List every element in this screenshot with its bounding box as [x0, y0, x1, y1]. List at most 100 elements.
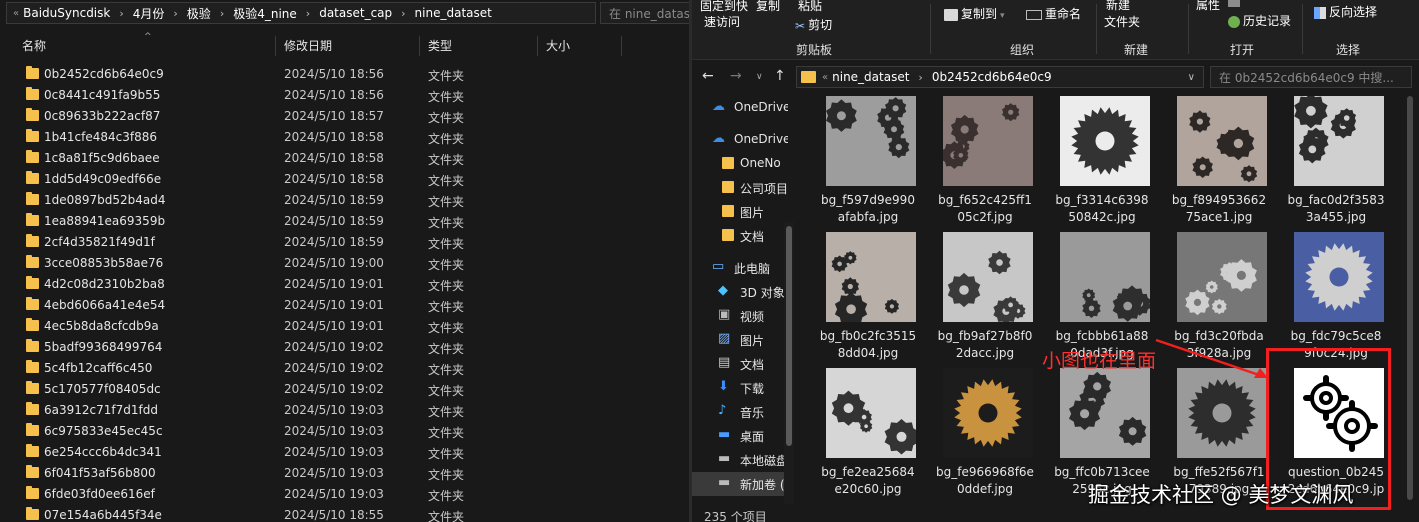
file-item[interactable]: bg_fac0d2f3583 3a455.jpg: [1278, 96, 1394, 232]
file-name-line2: 3a455.jpg: [1305, 210, 1367, 224]
file-item[interactable]: bg_fe966968f6e 0ddef.jpg: [927, 368, 1043, 504]
invert-selection-button[interactable]: 反向选择: [1314, 3, 1377, 20]
breadcrumb-item[interactable]: BaiduSyncdisk: [23, 6, 110, 20]
chevron-down-icon[interactable]: ∨: [1188, 72, 1195, 83]
folder-icon: [26, 171, 39, 184]
copy-to-button[interactable]: 复制到 ▾: [944, 5, 1005, 22]
nav-scrollbar[interactable]: [784, 222, 794, 504]
file-item[interactable]: bg_f894953662 75ace1.jpg: [1161, 96, 1277, 232]
table-row[interactable]: 4ebd6066a41e4e54 2024/5/10 19:01 文件夹: [0, 295, 690, 316]
recent-chevron-icon[interactable]: ∨: [756, 72, 763, 82]
folder-icon: [26, 150, 39, 163]
address-bar[interactable]: « BaiduSyncdisk › 4月份 › 极验 › 极验4_nine › dataset_…: [6, 2, 596, 24]
content-scrollbar-thumb[interactable]: [1407, 96, 1413, 500]
nav-item[interactable]: ☁ OneDrive: [692, 96, 788, 120]
nav-item[interactable]: 图片: [692, 200, 788, 224]
nav-item[interactable]: ⬇ 下载: [692, 376, 788, 400]
column-date[interactable]: 修改日期: [280, 36, 420, 56]
pin-quick-access-button[interactable]: 固定到快: [700, 0, 748, 14]
table-row[interactable]: 4ec5b8da8cfcdb9a 2024/5/10 19:01 文件夹: [0, 316, 690, 337]
nav-item[interactable]: ☁ OneDrive: [692, 128, 788, 152]
nav-item[interactable]: ▨ 图片: [692, 328, 788, 352]
file-item[interactable]: bg_f3314c6398 50842c.jpg: [1044, 96, 1160, 232]
nav-item[interactable]: ▬ 桌面: [692, 424, 788, 448]
file-item[interactable]: bg_fb9af27b8f0 2dacc.jpg: [927, 232, 1043, 368]
nav-item[interactable]: 公司项目: [692, 176, 788, 200]
table-row[interactable]: 5badf99368499764 2024/5/10 19:02 文件夹: [0, 337, 690, 358]
table-row[interactable]: 1b41cfe484c3f886 2024/5/10 18:58 文件夹: [0, 127, 690, 148]
cut-button[interactable]: ✂ 剪切: [795, 16, 832, 33]
navigation-pane: ☁ OneDrive ☁ OneDrive OneNo 公司项目 图片 文档 ▭ 此电脑 ◆ 3D 对…: [692, 96, 788, 504]
desktop-icon: ▬: [718, 427, 731, 442]
nav-item[interactable]: ▣ 视频: [692, 304, 788, 328]
breadcrumb-item[interactable]: 0b2452cd6b64e0c9: [932, 70, 1052, 84]
file-item[interactable]: bg_fe2ea25684 e20c60.jpg: [810, 368, 926, 504]
breadcrumb-item[interactable]: 4月份: [133, 5, 165, 22]
column-type[interactable]: 类型: [424, 36, 538, 56]
history-icon: [1228, 15, 1240, 28]
table-row[interactable]: 6e254ccc6b4dc341 2024/5/10 19:03 文件夹: [0, 442, 690, 463]
breadcrumb-item[interactable]: nine_dataset: [832, 70, 909, 84]
computer-icon: ▭: [712, 259, 725, 274]
breadcrumb-item[interactable]: 极验4_nine: [233, 5, 297, 22]
table-row[interactable]: 4d2c08d2310b2ba8 2024/5/10 19:01 文件夹: [0, 274, 690, 295]
table-row[interactable]: 1dd5d49c09edf66e 2024/5/10 18:58 文件夹: [0, 169, 690, 190]
folder-icon: [26, 507, 39, 520]
table-row[interactable]: 2cf4d35821f49d1f 2024/5/10 18:59 文件夹: [0, 232, 690, 253]
rename-button[interactable]: 重命名: [1026, 5, 1081, 22]
properties-button[interactable]: 属性: [1196, 0, 1220, 13]
nav-item[interactable]: OneNo: [692, 152, 788, 176]
open-icon[interactable]: [1228, 0, 1243, 8]
table-row[interactable]: 6fde03fd0ee616ef 2024/5/10 19:03 文件夹: [0, 484, 690, 505]
table-row[interactable]: 1de0897bd52b4ad4 2024/5/10 18:59 文件夹: [0, 190, 690, 211]
nav-item[interactable]: ▤ 文档: [692, 352, 788, 376]
file-item[interactable]: bg_f652c425ff1 05c2f.jpg: [927, 96, 1043, 232]
file-item[interactable]: bg_fb0c2fc3515 8dd04.jpg: [810, 232, 926, 368]
modified-date: 2024/5/10 18:59: [284, 235, 384, 249]
paste-button[interactable]: 粘贴: [798, 0, 822, 14]
table-row[interactable]: 0c89633b222acf87 2024/5/10 18:57 文件夹: [0, 106, 690, 127]
breadcrumb-item[interactable]: 极验: [187, 5, 211, 22]
nav-item[interactable]: ▬ 本地磁盘: [692, 448, 788, 472]
nav-item[interactable]: ◆ 3D 对象: [692, 280, 788, 304]
nav-scrollbar-thumb[interactable]: [786, 226, 792, 446]
nav-item[interactable]: ♪ 音乐: [692, 400, 788, 424]
image-thumbnail: [1060, 368, 1150, 458]
back-arrow-icon[interactable]: ←: [702, 68, 714, 84]
video-icon: ▣: [718, 307, 731, 322]
table-row[interactable]: 1ea88941ea69359b 2024/5/10 18:59 文件夹: [0, 211, 690, 232]
scissors-icon: ✂: [795, 18, 806, 33]
history-button[interactable]: 历史记录: [1228, 12, 1291, 29]
copy-button[interactable]: 复制: [756, 0, 780, 14]
table-row[interactable]: 0c8441c491fa9b55 2024/5/10 18:56 文件夹: [0, 85, 690, 106]
table-row[interactable]: 6f041f53af56b800 2024/5/10 19:03 文件夹: [0, 463, 690, 484]
search-input[interactable]: 在 nine_datase: [600, 2, 690, 24]
file-type: 文件夹: [428, 279, 465, 293]
table-row[interactable]: 3cce08853b58ae76 2024/5/10 19:00 文件夹: [0, 253, 690, 274]
address-bar[interactable]: « nine_dataset › 0b2452cd6b64e0c9 ∨: [796, 66, 1204, 88]
nav-item[interactable]: ▬ 新加卷 (: [692, 472, 788, 496]
table-row[interactable]: 6a3912c71f7d1fdd 2024/5/10 19:03 文件夹: [0, 400, 690, 421]
nav-item[interactable]: 文档: [692, 224, 788, 248]
table-row[interactable]: 5c170577f08405dc 2024/5/10 19:02 文件夹: [0, 379, 690, 400]
column-header: 名称 ^ 修改日期 类型 大小: [0, 32, 690, 58]
table-row[interactable]: 6c975833e45ec45c 2024/5/10 19:03 文件夹: [0, 421, 690, 442]
search-input[interactable]: 在 0b2452cd6b64e0c9 中搜...: [1210, 66, 1412, 88]
breadcrumb-item[interactable]: dataset_cap: [319, 6, 392, 20]
table-row[interactable]: 07e154a6b445f34e 2024/5/10 18:55 文件夹: [0, 505, 690, 522]
file-name: bg_fac0d2f3583 3a455.jpg: [1278, 192, 1394, 226]
chevron-right-icon: ›: [305, 6, 311, 20]
modified-date: 2024/5/10 19:01: [284, 298, 384, 312]
nav-item[interactable]: ▭ 此电脑: [692, 256, 788, 280]
up-arrow-icon[interactable]: ↑: [774, 68, 786, 84]
content-scrollbar[interactable]: [1404, 96, 1416, 506]
column-size[interactable]: 大小: [542, 36, 622, 56]
forward-arrow-icon[interactable]: →: [730, 68, 742, 84]
table-row[interactable]: 5c4fb12caff6c450 2024/5/10 19:02 文件夹: [0, 358, 690, 379]
file-item[interactable]: bg_f597d9e990 afabfa.jpg: [810, 96, 926, 232]
breadcrumb-item[interactable]: nine_dataset: [415, 6, 492, 20]
table-row[interactable]: 1c8a81f5c9d6baee 2024/5/10 18:58 文件夹: [0, 148, 690, 169]
table-row[interactable]: 0b2452cd6b64e0c9 2024/5/10 18:56 文件夹: [0, 64, 690, 85]
new-folder-button[interactable]: 新建: [1106, 0, 1130, 13]
file-name-line2: 75ace1.jpg: [1185, 210, 1253, 224]
